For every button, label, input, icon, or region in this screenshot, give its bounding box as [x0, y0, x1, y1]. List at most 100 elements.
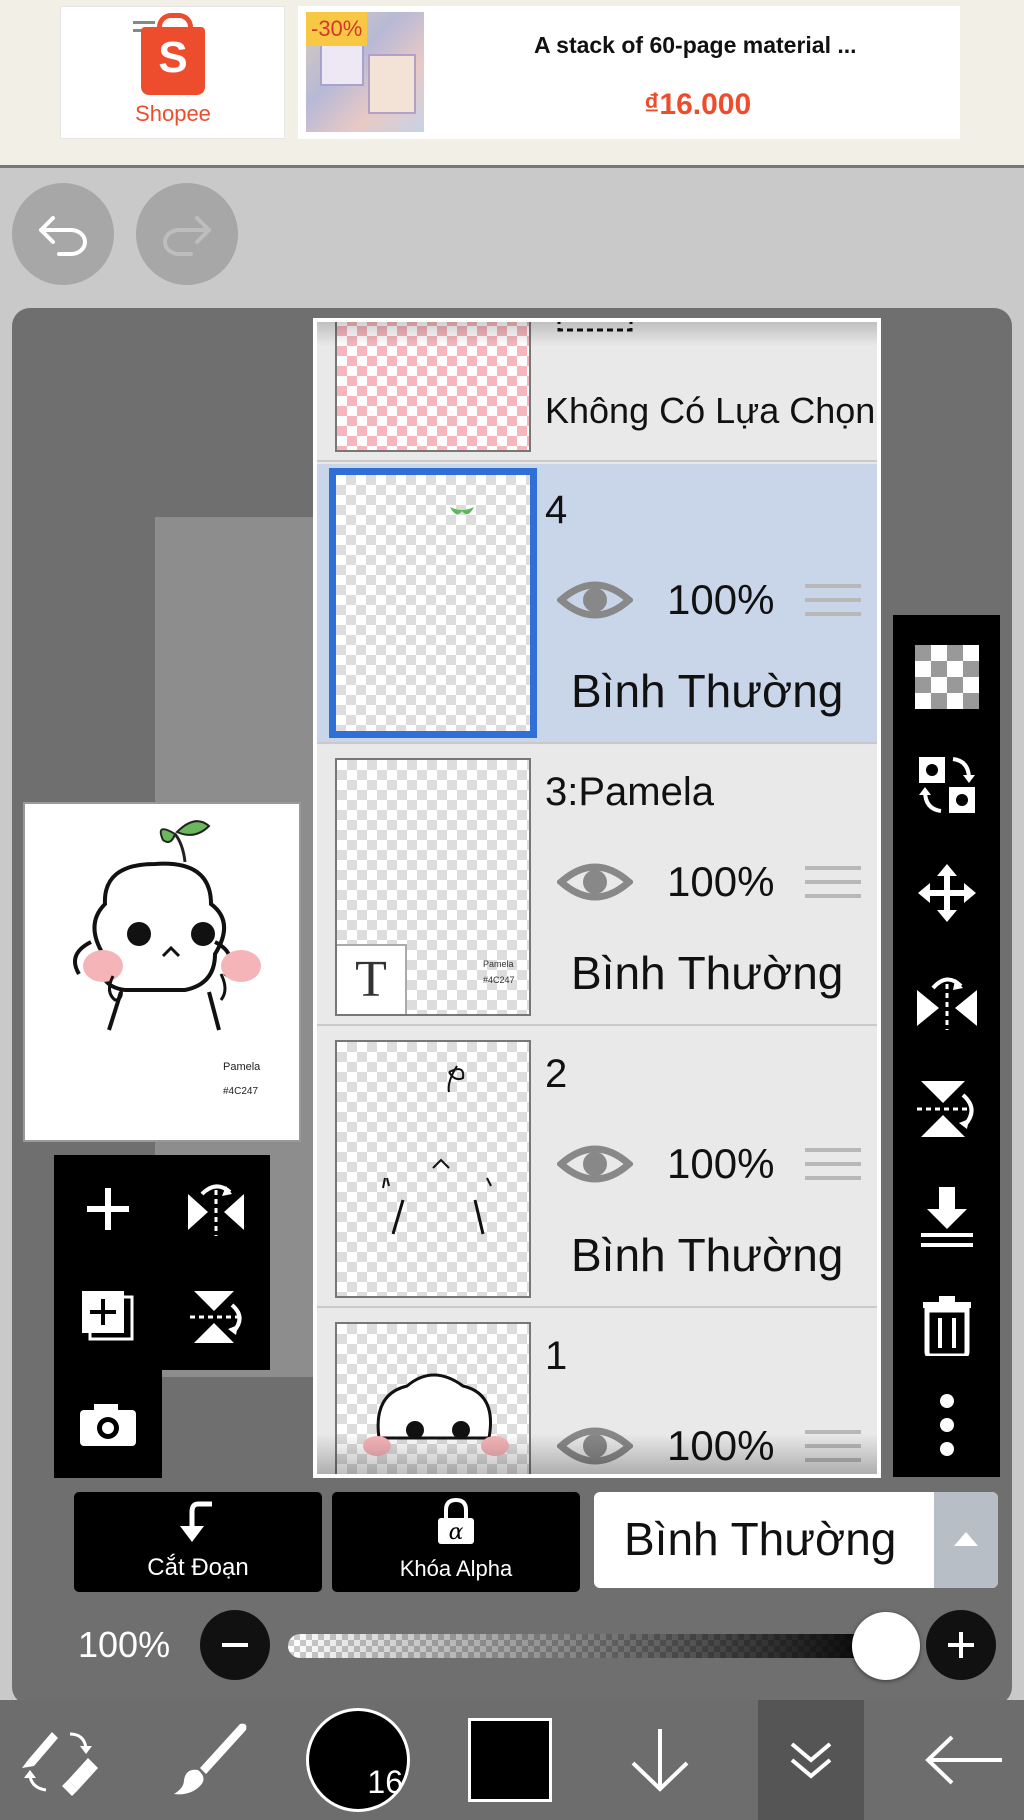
flip-horizontal-button[interactable] [162, 1155, 270, 1263]
move-icon [917, 864, 976, 922]
opacity-slider-handle[interactable] [852, 1612, 920, 1680]
duplicate-layer-button[interactable] [54, 1263, 162, 1371]
blend-mode-select[interactable]: Bình Thường [594, 1492, 998, 1588]
delete-layer-button[interactable] [893, 1275, 1000, 1375]
flip-horizontal-icon [916, 977, 977, 1030]
sprout-thumbnail [450, 507, 474, 515]
brush-size-button[interactable]: 16 [300, 1700, 416, 1820]
chevron-up-icon[interactable] [934, 1492, 998, 1588]
drag-handle-icon[interactable] [805, 584, 861, 626]
drag-handle-icon[interactable] [805, 1148, 861, 1190]
swap-icon [918, 757, 975, 813]
layer-tools-strip [893, 615, 1000, 1477]
top-bar [0, 171, 1024, 303]
undo-icon [39, 216, 87, 256]
more-vertical-icon [939, 1394, 954, 1456]
arrow-left-icon [925, 1735, 1002, 1785]
merge-down-button[interactable] [893, 1167, 1000, 1267]
flip-vertical-layer-button[interactable] [893, 1059, 1000, 1159]
camera-icon [80, 1404, 136, 1446]
alpha-symbol: α [449, 1520, 464, 1545]
layer-thumbnail: T Pamela #4C247 [335, 758, 531, 1016]
shopee-brand-label: Shopee [135, 101, 211, 126]
ad-product-card[interactable]: -30% A stack of 60-page material ... ₫16… [298, 6, 960, 139]
camera-button[interactable] [54, 1370, 162, 1478]
blend-mode-value: Bình Thường [624, 1513, 897, 1565]
layer-panel-toggle[interactable] [758, 1700, 864, 1820]
ad-title: A stack of 60-page material ... [534, 32, 857, 58]
flip-horizontal-icon [188, 1184, 244, 1236]
swap-layers-button[interactable] [893, 735, 1000, 835]
checkerboard-icon [914, 645, 979, 709]
layer-quick-tools [54, 1155, 270, 1478]
layer-2[interactable]: 2 100% Bình Thường [317, 1028, 877, 1308]
layer-name: Không Có Lựa Chọn [545, 390, 876, 431]
move-layer-button[interactable] [893, 843, 1000, 943]
arrow-down-icon [631, 1729, 689, 1792]
shopee-logo[interactable]: S Shopee [60, 6, 285, 139]
layer-3[interactable]: T Pamela #4C247 3:Pamela 100% Bình Thườn… [317, 746, 877, 1026]
discount-badge: -30% [306, 12, 368, 46]
double-chevron-down-icon [790, 1742, 832, 1779]
redo-button[interactable] [136, 183, 238, 285]
thumbnail-text: Pamela #4C247 [483, 959, 515, 985]
scroll-fade-bottom [317, 1434, 877, 1474]
copy-layer-icon [82, 1291, 134, 1341]
layer-name: 2 [545, 1052, 568, 1096]
back-button[interactable] [904, 1700, 1024, 1820]
visibility-eye-icon[interactable] [557, 1140, 633, 1188]
alpha-lock-label: Khóa Alpha [399, 1556, 513, 1581]
more-options-button[interactable] [893, 1375, 1000, 1475]
layer-4[interactable]: 4 100% Bình Thường [317, 464, 877, 744]
plus-icon [948, 1632, 974, 1658]
flip-vertical-button[interactable] [162, 1263, 270, 1371]
brush-size-value: 16 [367, 1764, 403, 1800]
opacity-slider-row: 100% [0, 1600, 1024, 1688]
canvas-preview[interactable]: Pamela #4C247 [23, 802, 301, 1142]
brush-icon [174, 1723, 247, 1795]
layer-down-button[interactable] [600, 1700, 720, 1820]
brush-tool-button[interactable] [150, 1700, 270, 1820]
layers-panel[interactable]: Không Có Lựa Chọn 4 100% Bình Thường T P… [313, 318, 881, 1478]
transparency-button[interactable] [893, 627, 1000, 727]
visibility-eye-icon[interactable] [557, 858, 633, 906]
ad-product-image: -30% [306, 12, 424, 132]
redo-icon [163, 216, 211, 256]
tool-switch-button[interactable] [0, 1700, 120, 1820]
visibility-eye-icon[interactable] [557, 576, 633, 624]
preview-code: #4C247 [223, 1086, 258, 1097]
opacity-slider-track[interactable] [288, 1634, 888, 1658]
layer-blend-mode: Bình Thường [571, 1229, 844, 1281]
alpha-lock-icon: α [438, 1498, 474, 1545]
add-layer-button[interactable] [54, 1155, 162, 1263]
undo-button[interactable] [12, 183, 114, 285]
layer-opacity: 100% [667, 1140, 775, 1187]
layer-opacity: 100% [667, 576, 775, 623]
bottom-toolbar: 16 [0, 1700, 1024, 1820]
preview-signature: Pamela [223, 1061, 261, 1073]
character-drawing: Pamela #4C247 [73, 820, 261, 1097]
flip-horizontal-layer-button[interactable] [893, 951, 1000, 1051]
alpha-lock-button[interactable]: α Khóa Alpha [332, 1492, 580, 1592]
layer-blend-mode: Bình Thường [571, 947, 844, 999]
minus-icon [222, 1643, 248, 1647]
brush-size-circle: 16 [306, 1708, 410, 1812]
layer-name: 3:Pamela [545, 770, 714, 814]
color-button[interactable] [458, 1700, 562, 1820]
drag-handle-icon[interactable] [805, 866, 861, 908]
layer-name: 1 [545, 1334, 568, 1378]
shopee-letter: S [158, 33, 188, 82]
line-drawing-thumbnail [382, 1065, 492, 1235]
ad-price: ₫16.000 [644, 88, 752, 121]
clipping-label: Cắt Đoạn [147, 1554, 249, 1581]
ad-banner[interactable]: S Shopee -30% A stack of 60-page materia… [0, 0, 1024, 168]
opacity-percent: 100% [78, 1624, 171, 1665]
clipping-button[interactable]: Cắt Đoạn [74, 1492, 322, 1592]
plus-icon [87, 1188, 129, 1230]
scroll-fade-top [317, 322, 877, 346]
layer-thumbnail [335, 1040, 531, 1298]
layer-thumbnail [329, 468, 537, 738]
flip-vertical-icon [916, 1081, 973, 1137]
opacity-increase-button[interactable] [926, 1610, 996, 1680]
opacity-decrease-button[interactable] [200, 1610, 270, 1680]
